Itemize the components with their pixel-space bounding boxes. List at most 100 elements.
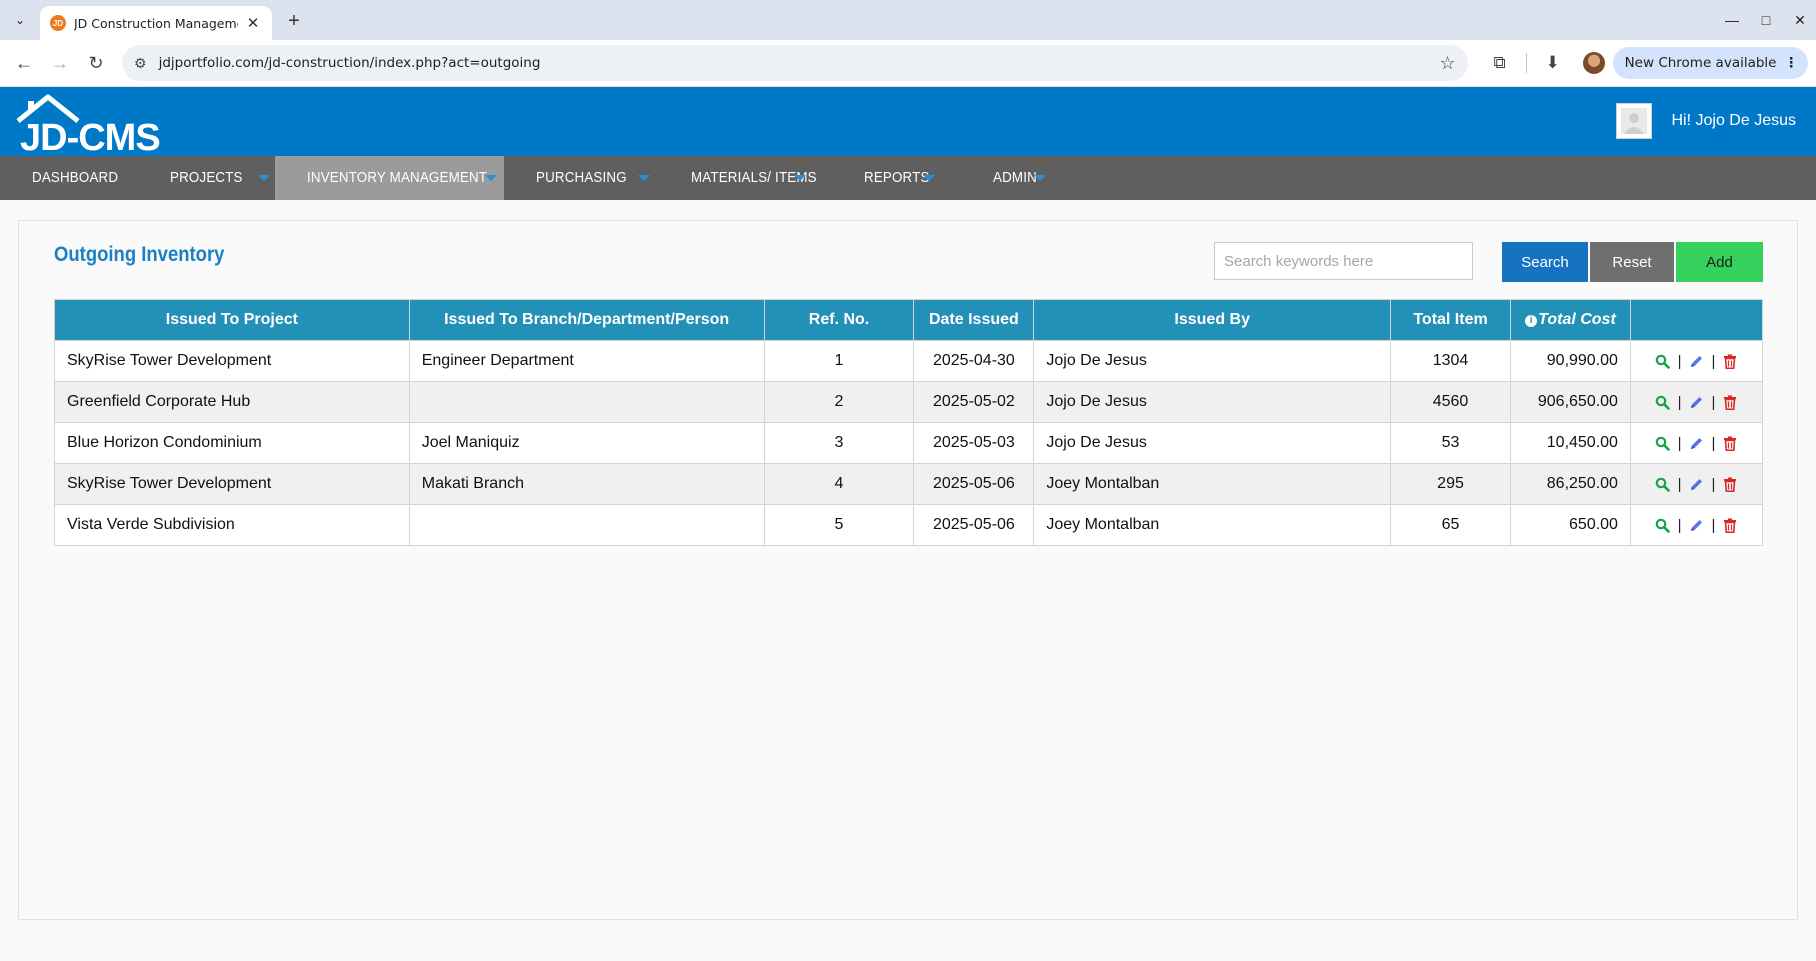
reload-icon[interactable]: ↻ — [80, 47, 112, 79]
action-separator: | — [1677, 352, 1682, 370]
window-close-icon[interactable]: ✕ — [1784, 0, 1816, 40]
nav-projects-label: PROJECTS — [170, 170, 243, 186]
cell-actions: | | — [1629, 381, 1764, 423]
cell-issued-by: Jojo De Jesus — [1033, 381, 1392, 423]
col-date-issued[interactable]: Date Issued — [913, 299, 1035, 341]
maximize-icon[interactable]: □ — [1750, 0, 1782, 40]
chevron-down-icon — [794, 175, 806, 181]
table-row: Greenfield Corporate Hub 2 2025-05-02 Jo… — [54, 381, 1764, 423]
nav-reports[interactable]: REPORTS — [841, 156, 970, 200]
col-total-cost[interactable]: i Total Cost — [1509, 299, 1631, 341]
nav-reports-label: REPORTS — [864, 170, 930, 186]
edit-icon[interactable] — [1688, 353, 1704, 369]
cell-date-issued: 2025-05-06 — [913, 463, 1035, 505]
nav-projects[interactable]: PROJECTS — [142, 156, 275, 200]
site-info-icon[interactable]: ⚙ — [134, 55, 147, 72]
cell-actions: | | — [1629, 340, 1764, 382]
add-button[interactable]: Add — [1676, 242, 1763, 282]
cell-ref-no: 3 — [763, 422, 915, 464]
browser-tab[interactable]: JD JD Construction Manageme ✕ — [40, 6, 272, 40]
edit-icon[interactable] — [1688, 435, 1704, 451]
user-menu[interactable]: Hi! Jojo De Jesus — [1615, 103, 1797, 139]
edit-icon[interactable] — [1688, 517, 1704, 533]
download-icon[interactable]: ⬇ — [1537, 47, 1569, 79]
user-greeting: Hi! Jojo De Jesus — [1671, 112, 1797, 129]
search-button[interactable]: Search — [1502, 242, 1588, 282]
address-bar[interactable]: ⚙ jdjportfolio.com/jd-construction/index… — [122, 45, 1468, 81]
tab-title: JD Construction Manageme — [74, 15, 238, 31]
new-tab-icon[interactable]: + — [282, 9, 306, 33]
update-chrome-button[interactable]: New Chrome available ⋮ — [1612, 47, 1808, 79]
bookmark-star-icon[interactable]: ☆ — [1439, 53, 1455, 74]
forward-icon[interactable]: → — [44, 47, 76, 79]
view-icon[interactable] — [1655, 476, 1671, 492]
nav-dashboard[interactable]: DASHBOARD — [0, 156, 142, 200]
table-row: SkyRise Tower Development Makati Branch … — [54, 463, 1764, 505]
toolbar-divider — [1525, 53, 1527, 73]
cell-date-issued: 2025-04-30 — [913, 340, 1035, 382]
delete-icon[interactable] — [1722, 517, 1738, 533]
col-issued-by[interactable]: Issued By — [1033, 299, 1392, 341]
col-issued-to-branch[interactable]: Issued To Branch/Department/Person — [408, 299, 765, 341]
action-separator: | — [1677, 516, 1682, 534]
favicon-icon: JD — [50, 15, 66, 31]
view-icon[interactable] — [1655, 353, 1671, 369]
cell-project: Blue Horizon Condominium — [54, 422, 410, 464]
update-chip-label: New Chrome available — [1624, 55, 1777, 71]
edit-icon[interactable] — [1688, 476, 1704, 492]
profile-avatar[interactable] — [1582, 52, 1605, 74]
more-menu-icon[interactable]: ⋮ — [1785, 55, 1799, 71]
col-issued-to-project[interactable]: Issued To Project — [54, 299, 410, 341]
delete-icon[interactable] — [1722, 476, 1738, 492]
cell-total-item: 4560 — [1390, 381, 1511, 423]
search-input[interactable] — [1214, 242, 1473, 280]
extensions-icon[interactable]: ⧉ — [1484, 47, 1516, 79]
reset-button[interactable]: Reset — [1590, 242, 1674, 282]
cell-issued-by: Jojo De Jesus — [1033, 340, 1392, 382]
delete-icon[interactable] — [1722, 394, 1738, 410]
back-icon[interactable]: ← — [8, 47, 40, 79]
cell-total-cost: 86,250.00 — [1509, 463, 1631, 505]
cell-total-cost: 90,990.00 — [1509, 340, 1631, 382]
delete-icon[interactable] — [1722, 435, 1738, 451]
cell-project: SkyRise Tower Development — [54, 463, 410, 505]
app-logo[interactable]: JD-CMS — [14, 93, 174, 159]
cell-project: Vista Verde Subdivision — [54, 504, 410, 546]
nav-inventory-management[interactable]: INVENTORY MANAGEMENT — [275, 156, 504, 200]
action-separator: | — [1711, 475, 1716, 493]
cell-total-item: 295 — [1390, 463, 1511, 505]
logo-text: JD-CMS — [20, 117, 161, 159]
user-avatar[interactable] — [1615, 103, 1652, 139]
cell-issued-to: Joel Maniquiz — [408, 422, 765, 464]
cell-date-issued: 2025-05-03 — [913, 422, 1035, 464]
app-header: JD-CMS Hi! Jojo De Jesus — [0, 87, 1816, 159]
chevron-down-icon — [1034, 175, 1046, 181]
edit-icon[interactable] — [1688, 394, 1704, 410]
content-panel: Outgoing Inventory Search Reset Add Issu… — [18, 220, 1798, 920]
col-total-item[interactable]: Total Item — [1390, 299, 1511, 341]
cell-actions: | | — [1629, 463, 1764, 505]
cell-actions: | | — [1629, 422, 1764, 464]
cell-date-issued: 2025-05-06 — [913, 504, 1035, 546]
cell-issued-by: Jojo De Jesus — [1033, 422, 1392, 464]
minimize-icon[interactable]: — — [1716, 0, 1748, 40]
url-text[interactable]: jdjportfolio.com/jd-construction/index.p… — [159, 55, 1440, 71]
action-separator: | — [1677, 434, 1682, 452]
col-ref-no[interactable]: Ref. No. — [763, 299, 915, 341]
delete-icon[interactable] — [1722, 353, 1738, 369]
view-icon[interactable] — [1655, 517, 1671, 533]
browser-tabstrip: ⌄ JD JD Construction Manageme ✕ + — □ ✕ — [0, 0, 1816, 40]
view-icon[interactable] — [1655, 394, 1671, 410]
chevron-down-icon — [638, 175, 650, 181]
cell-date-issued: 2025-05-02 — [913, 381, 1035, 423]
col-actions — [1629, 299, 1764, 341]
close-icon[interactable]: ✕ — [244, 14, 262, 32]
user-silhouette-icon — [1620, 108, 1647, 134]
tab-search-icon[interactable]: ⌄ — [8, 9, 32, 31]
nav-purchasing[interactable]: PURCHASING — [504, 156, 655, 200]
nav-materials-items[interactable]: MATERIALS/ ITEMS — [655, 156, 841, 200]
cell-issued-by: Joey Montalban — [1033, 463, 1392, 505]
col-total-cost-label: Total Cost — [1538, 311, 1616, 328]
view-icon[interactable] — [1655, 435, 1671, 451]
nav-admin[interactable]: ADMIN — [970, 156, 1120, 200]
